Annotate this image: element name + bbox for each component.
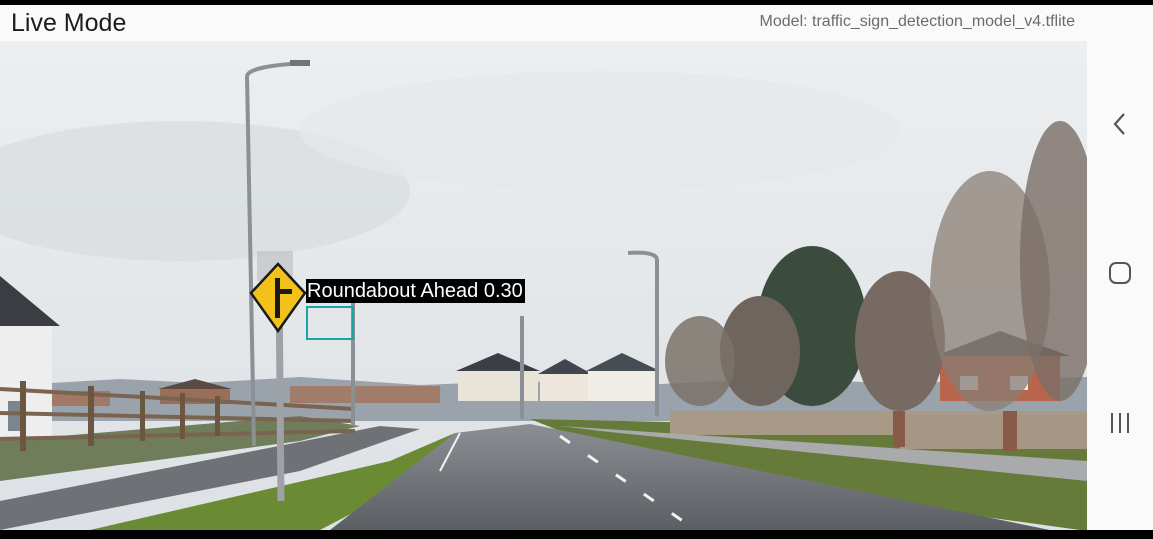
nav-back-button[interactable] <box>1087 94 1153 154</box>
recents-bars-icon <box>1111 413 1129 433</box>
chevron-left-icon <box>1113 113 1125 135</box>
home-square-icon <box>1109 262 1131 284</box>
screen-bottom-edge <box>0 530 1153 539</box>
nav-recents-button[interactable] <box>1087 393 1153 453</box>
model-label: Model: traffic_sign_detection_model_v4.t… <box>759 13 1075 30</box>
detection-box <box>306 306 354 340</box>
nav-home-button[interactable] <box>1087 243 1153 303</box>
system-nav-bar <box>1087 5 1153 530</box>
camera-feed: Roundabout Ahead 0.30 <box>0 41 1087 530</box>
page-title: Live Mode <box>11 9 127 37</box>
top-bar: Live Mode Model: traffic_sign_detection_… <box>0 5 1087 41</box>
detection-label: Roundabout Ahead 0.30 <box>306 279 525 303</box>
app-screen: Live Mode Model: traffic_sign_detection_… <box>0 5 1153 530</box>
camera-scene <box>0 41 1087 530</box>
